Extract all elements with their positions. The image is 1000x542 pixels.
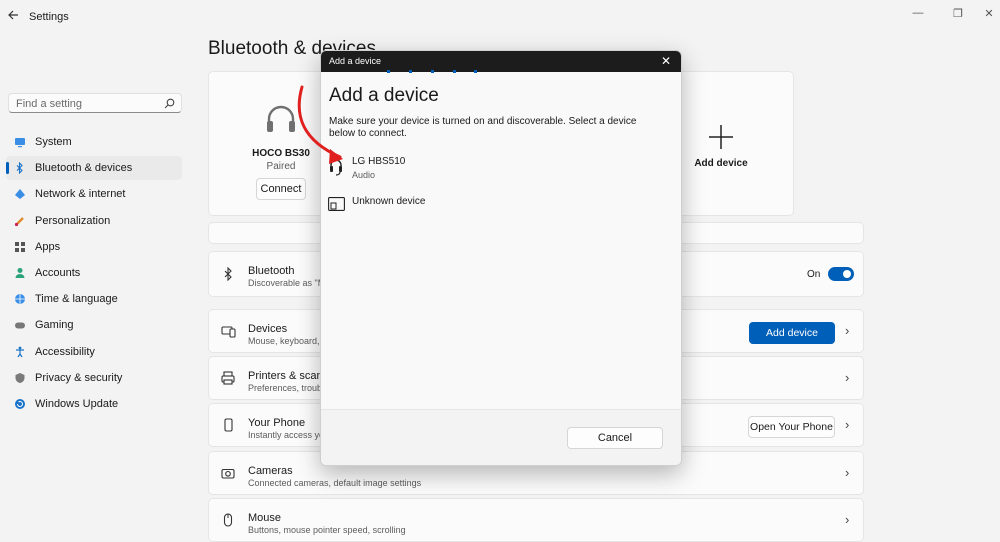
dialog-header: Add a device ✕ [321,51,681,72]
row-subtitle: Buttons, mouse pointer speed, scrolling [248,524,406,535]
restore-icon[interactable]: ❐ [948,4,968,22]
add-device-dialog: Add a device ✕ Add a device Make sure yo… [320,50,682,466]
device-item-lg[interactable]: LG HBS510 Audio [327,153,667,183]
apps-icon [15,241,25,252]
shield-icon [15,372,25,383]
phone-icon [224,418,233,432]
bluetooth-icon [16,162,23,175]
add-device-card-label[interactable]: Add device [681,158,761,169]
sidebar-item-label: Network & internet [35,188,126,201]
bluetooth-icon [224,267,232,281]
dialog-close-icon[interactable]: ✕ [661,54,671,68]
toggle-knob [843,270,851,278]
unknown-device-icon [328,197,345,211]
connect-button[interactable]: Connect [256,178,306,200]
sidebar-item-accounts[interactable]: Accounts [6,261,182,285]
sidebar-item-label: Personalization [35,214,111,227]
device-name: LG HBS510 [352,156,406,167]
sidebar-item-label: Accessibility [35,345,95,358]
bluetooth-title: Bluetooth [248,265,295,277]
back-arrow-icon[interactable] [6,8,20,22]
sidebar-item-label: Time & language [35,293,118,306]
app-title: Settings [29,11,69,23]
sidebar-item-system[interactable]: System [6,130,182,154]
row-title: Devices [248,323,288,335]
dialog-footer: Cancel [321,409,681,465]
globe-icon [15,294,25,305]
chevron-right-icon[interactable]: › [845,512,849,527]
chevron-right-icon[interactable]: › [845,323,849,338]
update-icon [15,399,25,409]
chevron-right-icon[interactable]: › [845,465,849,480]
chevron-right-icon[interactable]: › [845,370,849,385]
open-your-phone-button[interactable]: Open Your Phone [748,416,835,439]
sidebar-item-privacy-security[interactable]: Privacy & security [6,366,182,390]
close-window-icon[interactable]: ✕ [979,4,999,22]
sidebar-item-label: Privacy & security [35,371,123,384]
annotation-arrow-icon [297,85,343,164]
bluetooth-toggle-label: On [807,269,821,280]
wifi-icon [15,189,25,200]
sidebar-item-label: System [35,136,72,148]
row-title: Cameras [248,464,293,477]
sidebar-item-network-internet[interactable]: Network & internet [6,182,182,206]
bluetooth-subtitle: Discoverable as "MS [248,278,332,288]
mouse-icon [223,513,233,527]
devices-icon [221,326,236,338]
search-placeholder: Find a setting [16,98,83,110]
sidebar-item-gaming[interactable]: Gaming [6,313,182,337]
accessibility-icon [16,346,24,357]
camera-icon [221,468,235,479]
sidebar-item-label: Bluetooth & devices [35,162,133,175]
bluetooth-toggle[interactable] [828,267,854,281]
settings-row-mouse[interactable]: Mouse Buttons, mouse pointer speed, scrol… [208,497,864,542]
device-item-unknown[interactable]: Unknown device [327,193,667,215]
sidebar-item-label: Accounts [35,267,81,279]
search-input[interactable]: Find a setting [8,93,182,113]
sidebar-item-label: Apps [35,240,61,253]
search-icon[interactable] [164,98,175,109]
sidebar-item-accessibility[interactable]: Accessibility [6,340,182,364]
person-icon [15,268,25,278]
add-device-button[interactable]: Add device [749,322,835,344]
row-subtitle: Connected cameras, default image setting… [248,477,422,488]
monitor-icon [15,138,25,148]
sidebar-item-bluetooth-devices[interactable]: Bluetooth & devices [6,156,182,181]
device-name: Unknown device [352,196,426,207]
device-type: Audio [352,170,376,180]
minimize-icon[interactable]: — [908,4,928,22]
sidebar-item-label: Windows Update [35,398,119,410]
progress-dots [387,70,477,73]
brush-icon [14,216,24,226]
title-bar: Settings — ❐ ✕ [0,0,1000,32]
active-indicator [6,162,9,175]
row-title: Your Phone [248,417,306,430]
sidebar-item-apps[interactable]: Apps [6,235,182,259]
cancel-button[interactable]: Cancel [567,427,663,449]
chevron-right-icon[interactable]: › [845,417,849,432]
gamepad-icon [15,322,25,329]
dialog-description: Make sure your device is turned on and d… [329,116,637,139]
dialog-header-title: Add a device [329,56,382,66]
sidebar-item-personalization[interactable]: Personalization [6,209,182,233]
sidebar-item-label: Gaming [35,319,74,332]
plus-icon[interactable] [708,124,734,150]
row-title: Mouse [248,511,282,524]
printer-icon [221,371,235,385]
sidebar-item-time-language[interactable]: Time & language [6,287,182,311]
sidebar-item-windows-update[interactable]: Windows Update [6,392,182,416]
